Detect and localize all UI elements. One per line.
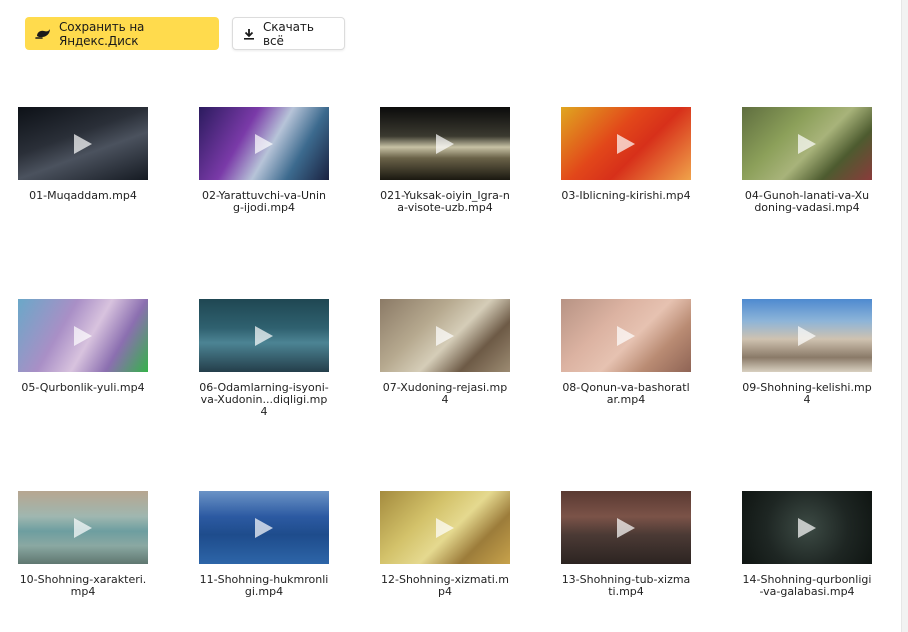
play-icon bbox=[74, 326, 92, 346]
scrollbar[interactable] bbox=[901, 0, 908, 632]
play-icon bbox=[617, 134, 635, 154]
file-tile[interactable]: 06-Odamlarning-isyoni-va-Xudonin...diqli… bbox=[199, 299, 329, 419]
file-name: 11-Shohning-hukmronligi.mp4 bbox=[199, 573, 329, 598]
file-tile[interactable]: 02-Yarattuvchi-va-Uning-ijodi.mp4 bbox=[199, 107, 329, 227]
play-icon bbox=[255, 134, 273, 154]
file-name: 02-Yarattuvchi-va-Uning-ijodi.mp4 bbox=[202, 189, 326, 214]
video-thumbnail[interactable] bbox=[199, 107, 329, 180]
file-tile[interactable]: 07-Xudoning-rejasi.mp4 bbox=[380, 299, 510, 419]
file-name: 13-Shohning-tub-xizmati.mp4 bbox=[561, 573, 691, 598]
file-name: 021-Yuksak-oiyin_Igra-na-visote-uzb.mp4 bbox=[380, 189, 510, 214]
yandex-disk-icon bbox=[35, 28, 51, 40]
file-grid: 01-Muqaddam.mp4 02-Yarattuvchi-va-Uning-i… bbox=[18, 107, 872, 611]
play-icon bbox=[617, 518, 635, 538]
file-name: 01-Muqaddam.mp4 bbox=[29, 189, 137, 202]
play-icon bbox=[255, 518, 273, 538]
file-name: 08-Qonun-va-bashoratlar.mp4 bbox=[562, 381, 690, 406]
file-name: 05-Qurbonlik-yuli.mp4 bbox=[21, 381, 145, 394]
play-icon bbox=[798, 518, 816, 538]
file-name: 03-Iblicning-kirishi.mp4 bbox=[561, 189, 691, 202]
file-tile[interactable]: 13-Shohning-tub-xizmati.mp4 bbox=[561, 491, 691, 611]
video-thumbnail[interactable] bbox=[380, 299, 510, 372]
play-icon bbox=[74, 134, 92, 154]
play-icon bbox=[436, 326, 454, 346]
file-tile[interactable]: 11-Shohning-hukmronligi.mp4 bbox=[199, 491, 329, 611]
file-tile[interactable]: 08-Qonun-va-bashoratlar.mp4 bbox=[561, 299, 691, 419]
public-folder-page: Сохранить на Яндекс.Диск Скачать всё 01-… bbox=[0, 0, 908, 632]
play-icon bbox=[255, 326, 273, 346]
file-name: 09-Shohning-kelishi.mp4 bbox=[742, 381, 872, 406]
video-thumbnail[interactable] bbox=[742, 107, 872, 180]
video-thumbnail[interactable] bbox=[380, 107, 510, 180]
video-thumbnail[interactable] bbox=[199, 299, 329, 372]
play-icon bbox=[436, 518, 454, 538]
save-button-label: Сохранить на Яндекс.Диск bbox=[59, 19, 145, 48]
video-thumbnail[interactable] bbox=[18, 107, 148, 180]
play-icon bbox=[798, 326, 816, 346]
file-tile[interactable]: 10-Shohning-xarakteri.mp4 bbox=[18, 491, 148, 611]
file-tile[interactable]: 09-Shohning-kelishi.mp4 bbox=[742, 299, 872, 419]
video-thumbnail[interactable] bbox=[561, 299, 691, 372]
download-button-label: Скачать всё bbox=[263, 19, 314, 48]
download-icon bbox=[243, 28, 255, 40]
file-name: 14-Shohning-qurbonligi-va-galabasi.mp4 bbox=[742, 573, 872, 598]
file-tile[interactable]: 03-Iblicning-kirishi.mp4 bbox=[561, 107, 691, 227]
file-tile[interactable]: 14-Shohning-qurbonligi-va-galabasi.mp4 bbox=[742, 491, 872, 611]
file-name: 07-Xudoning-rejasi.mp4 bbox=[382, 381, 508, 406]
play-icon bbox=[436, 134, 454, 154]
toolbar: Сохранить на Яндекс.Диск Скачать всё bbox=[25, 17, 345, 50]
file-tile[interactable]: 05-Qurbonlik-yuli.mp4 bbox=[18, 299, 148, 419]
file-tile[interactable]: 021-Yuksak-oiyin_Igra-na-visote-uzb.mp4 bbox=[380, 107, 510, 227]
file-name: 04-Gunoh-lanati-va-Xudoning-vadasi.mp4 bbox=[744, 189, 870, 214]
download-all-button[interactable]: Скачать всё bbox=[232, 17, 345, 50]
video-thumbnail[interactable] bbox=[742, 491, 872, 564]
play-icon bbox=[74, 518, 92, 538]
video-thumbnail[interactable] bbox=[380, 491, 510, 564]
file-tile[interactable]: 01-Muqaddam.mp4 bbox=[18, 107, 148, 227]
file-name: 06-Odamlarning-isyoni-va-Xudonin...diqli… bbox=[199, 381, 329, 418]
file-tile[interactable]: 04-Gunoh-lanati-va-Xudoning-vadasi.mp4 bbox=[742, 107, 872, 227]
save-to-yandex-disk-button[interactable]: Сохранить на Яндекс.Диск bbox=[25, 17, 219, 50]
video-thumbnail[interactable] bbox=[18, 491, 148, 564]
video-thumbnail[interactable] bbox=[18, 299, 148, 372]
play-icon bbox=[798, 134, 816, 154]
video-thumbnail[interactable] bbox=[742, 299, 872, 372]
video-thumbnail[interactable] bbox=[561, 491, 691, 564]
play-icon bbox=[617, 326, 635, 346]
video-thumbnail[interactable] bbox=[561, 107, 691, 180]
file-tile[interactable]: 12-Shohning-xizmati.mp4 bbox=[380, 491, 510, 611]
file-name: 10-Shohning-xarakteri.mp4 bbox=[19, 573, 147, 598]
file-name: 12-Shohning-xizmati.mp4 bbox=[381, 573, 509, 598]
video-thumbnail[interactable] bbox=[199, 491, 329, 564]
